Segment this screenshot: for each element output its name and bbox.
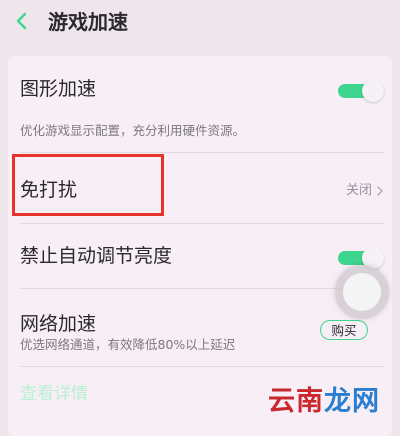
watermark-part-1: 云南 (268, 386, 324, 417)
page-title: 游戏加速 (48, 10, 128, 34)
do-not-disturb-value[interactable]: 关闭 (346, 182, 384, 200)
watermark-part-2: 龙网 (324, 386, 380, 417)
toggle-knob (362, 80, 384, 102)
divider (20, 223, 384, 224)
header-bar: 游戏加速 (0, 0, 400, 50)
do-not-disturb-label[interactable]: 免打扰 (20, 177, 77, 203)
divider (20, 288, 384, 289)
network-accel-description: 优选网络通道，有效降低80%以上延迟 (20, 337, 236, 352)
network-accel-label: 网络加速 (20, 313, 97, 335)
disable-auto-brightness-label: 禁止自动调节亮度 (20, 245, 173, 267)
divider (20, 152, 384, 153)
graphics-accel-toggle[interactable] (338, 80, 384, 102)
graphics-accel-description: 优化游戏显示配置，充分利用硬件资源。 (20, 123, 246, 138)
chevron-left-icon[interactable] (14, 9, 30, 33)
buy-button[interactable]: 购买 (320, 320, 368, 340)
graphics-accel-label: 图形加速 (20, 78, 97, 100)
floating-ball-inner (343, 273, 381, 311)
watermark-logo: 云南龙网 (268, 384, 380, 420)
floating-assistive-ball[interactable] (335, 265, 389, 319)
divider (20, 366, 384, 367)
faded-list-item[interactable]: 查看详情 (20, 382, 88, 406)
chevron-right-icon (376, 185, 384, 197)
do-not-disturb-status: 关闭 (345, 183, 372, 198)
